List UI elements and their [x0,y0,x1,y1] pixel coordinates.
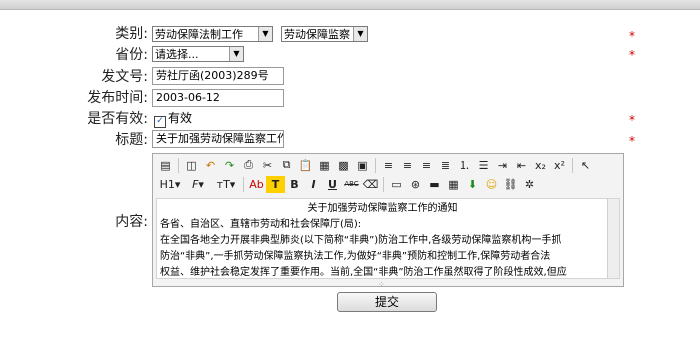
redo-icon[interactable]: ↷ [220,157,239,174]
content-line: 权益、维护社会稳定发挥了重要作用。当前,全国“非典”防治工作虽然取得了阶段性成效… [160,267,567,278]
resize-grip-icon[interactable]: ⁘ [378,280,385,289]
outdent-icon[interactable]: ⇤ [512,157,531,174]
bold-button[interactable]: B [285,176,304,193]
superscript-icon[interactable]: x² [550,157,569,174]
align-justify-icon[interactable]: ≣ [436,157,455,174]
toolbar-separator [375,157,376,173]
required-mark: * [629,29,635,43]
required-mark: * [629,134,635,148]
category-select-secondary-value: 劳动保障监察 [284,28,350,41]
editor-toolbar-row-2: H1 ▾ F ▾ тT ▾ Ab T B I U ABC ⌫ ▭ ⊛ ▬ ▦ ⬇ ☺ … [156,175,539,193]
strikethrough-button[interactable]: ABC [342,176,361,193]
required-mark: * [629,113,635,127]
category-select-primary[interactable]: 劳动保障法制工作 ▼ [152,26,273,42]
valid-checkbox-group[interactable]: ✓ 有效 [154,111,192,128]
underline-button[interactable]: U [323,176,342,193]
ordered-list-icon[interactable]: ⒈ [455,157,474,174]
align-left-icon[interactable]: ≡ [379,157,398,174]
editor-scrollbar[interactable] [607,199,619,278]
category-select-secondary[interactable]: 劳动保障监察 ▼ [281,26,368,42]
align-right-icon[interactable]: ≡ [417,157,436,174]
top-bar [0,0,700,10]
font-family-dropdown[interactable]: F ▾ [184,176,212,193]
cut-icon[interactable]: ✂ [258,157,277,174]
province-label: 省份: [115,47,148,63]
font-family-dropdown-label: F [192,177,199,191]
valid-label: 是否有效: [87,111,148,127]
publish-date-label: 发布时间: [87,90,148,106]
rich-text-editor: ▤ ◫ ↶ ↷ ⎙ ✂ ⧉ 📋 ▦ ▩ ▣ ≡ ≡ ≡ ≣ ⒈ ☰ ⇥ ⇤ x₂… [152,153,624,289]
unordered-list-icon[interactable]: ☰ [474,157,493,174]
media-icon[interactable]: ▬ [425,176,444,193]
image-icon[interactable]: ▭ [387,176,406,193]
chevron-down-icon: ▼ [258,27,272,41]
title-input[interactable]: 关于加强劳动保障监察工作 [152,130,284,148]
link-icon[interactable]: ⛓ [501,176,520,193]
doc-number-input[interactable]: 劳社厅函(2003)289号 [152,67,284,85]
category-select-primary-value: 劳动保障法制工作 [155,28,243,41]
toolbar-separator [383,176,384,192]
content-label: 内容: [115,214,148,230]
highlight-button[interactable]: T [266,175,285,193]
valid-checkbox-label: 有效 [168,111,193,125]
title-label: 标题: [115,132,148,148]
italic-button[interactable]: I [304,176,323,193]
toolbar-separator [243,176,244,192]
publish-date-input[interactable]: 2003-06-12 [152,89,284,107]
font-size-dropdown-label: тT [216,177,230,191]
content-heading: 关于加强劳动保障监察工作的通知 [307,203,458,214]
paste-text-icon[interactable]: ▦ [315,157,334,174]
find-icon[interactable]: ▣ [353,157,372,174]
doc-number-label: 发文号: [101,69,148,85]
content-line: 各省、自治区、直辖市劳动和社会保障厅(局): [160,219,362,230]
province-select[interactable]: 请选择... ▼ [152,46,244,62]
hr-icon[interactable]: ⬇ [463,176,482,193]
eraser-icon[interactable]: ⌫ [361,176,380,193]
chevron-down-icon: ▼ [229,47,243,61]
heading-dropdown-label: H1 [159,177,175,191]
toolbar-separator [178,157,179,173]
province-select-value: 请选择... [155,48,199,61]
content-line: 防治“非典”,一手抓劳动保障监察执法工作,为做好“非典”预防和控制工作,保障劳动… [160,251,551,262]
valid-checkbox[interactable]: ✓ [154,116,166,128]
submit-button[interactable]: 提交 [337,292,437,312]
emoticon-icon[interactable]: ☺ [482,176,501,193]
editor-content-area[interactable]: 关于加强劳动保障监察工作的通知 各省、自治区、直辖市劳动和社会保障厅(局): 在… [156,198,620,279]
toolbar-separator [572,157,573,173]
paste-icon[interactable]: 📋 [296,157,315,174]
anchor-icon[interactable]: ✲ [520,176,539,193]
heading-dropdown[interactable]: H1 ▾ [156,176,184,193]
required-mark: * [629,48,635,62]
copy-icon[interactable]: ⧉ [277,157,296,174]
preview-icon[interactable]: ◫ [182,157,201,174]
editor-toolbar-row-1: ▤ ◫ ↶ ↷ ⎙ ✂ ⧉ 📋 ▦ ▩ ▣ ≡ ≡ ≡ ≣ ⒈ ☰ ⇥ ⇤ x₂… [156,156,595,174]
text-color-button[interactable]: Ab [247,176,266,193]
align-center-icon[interactable]: ≡ [398,157,417,174]
font-size-dropdown[interactable]: тT ▾ [212,176,240,193]
content-line: 在全国各地全力开展非典型肺炎(以下简称“非典”)防治工作中,各级劳动保障监察机构… [160,235,562,246]
paste-word-icon[interactable]: ▩ [334,157,353,174]
table-icon[interactable]: ▦ [444,176,463,193]
chevron-down-icon: ▼ [353,27,367,41]
print-icon[interactable]: ⎙ [239,157,258,174]
category-label: 类别: [115,26,148,42]
select-cursor-icon[interactable]: ↖ [576,157,595,174]
flash-icon[interactable]: ⊛ [406,176,425,193]
source-icon[interactable]: ▤ [156,157,175,174]
undo-icon[interactable]: ↶ [201,157,220,174]
indent-icon[interactable]: ⇥ [493,157,512,174]
subscript-icon[interactable]: x₂ [531,157,550,174]
